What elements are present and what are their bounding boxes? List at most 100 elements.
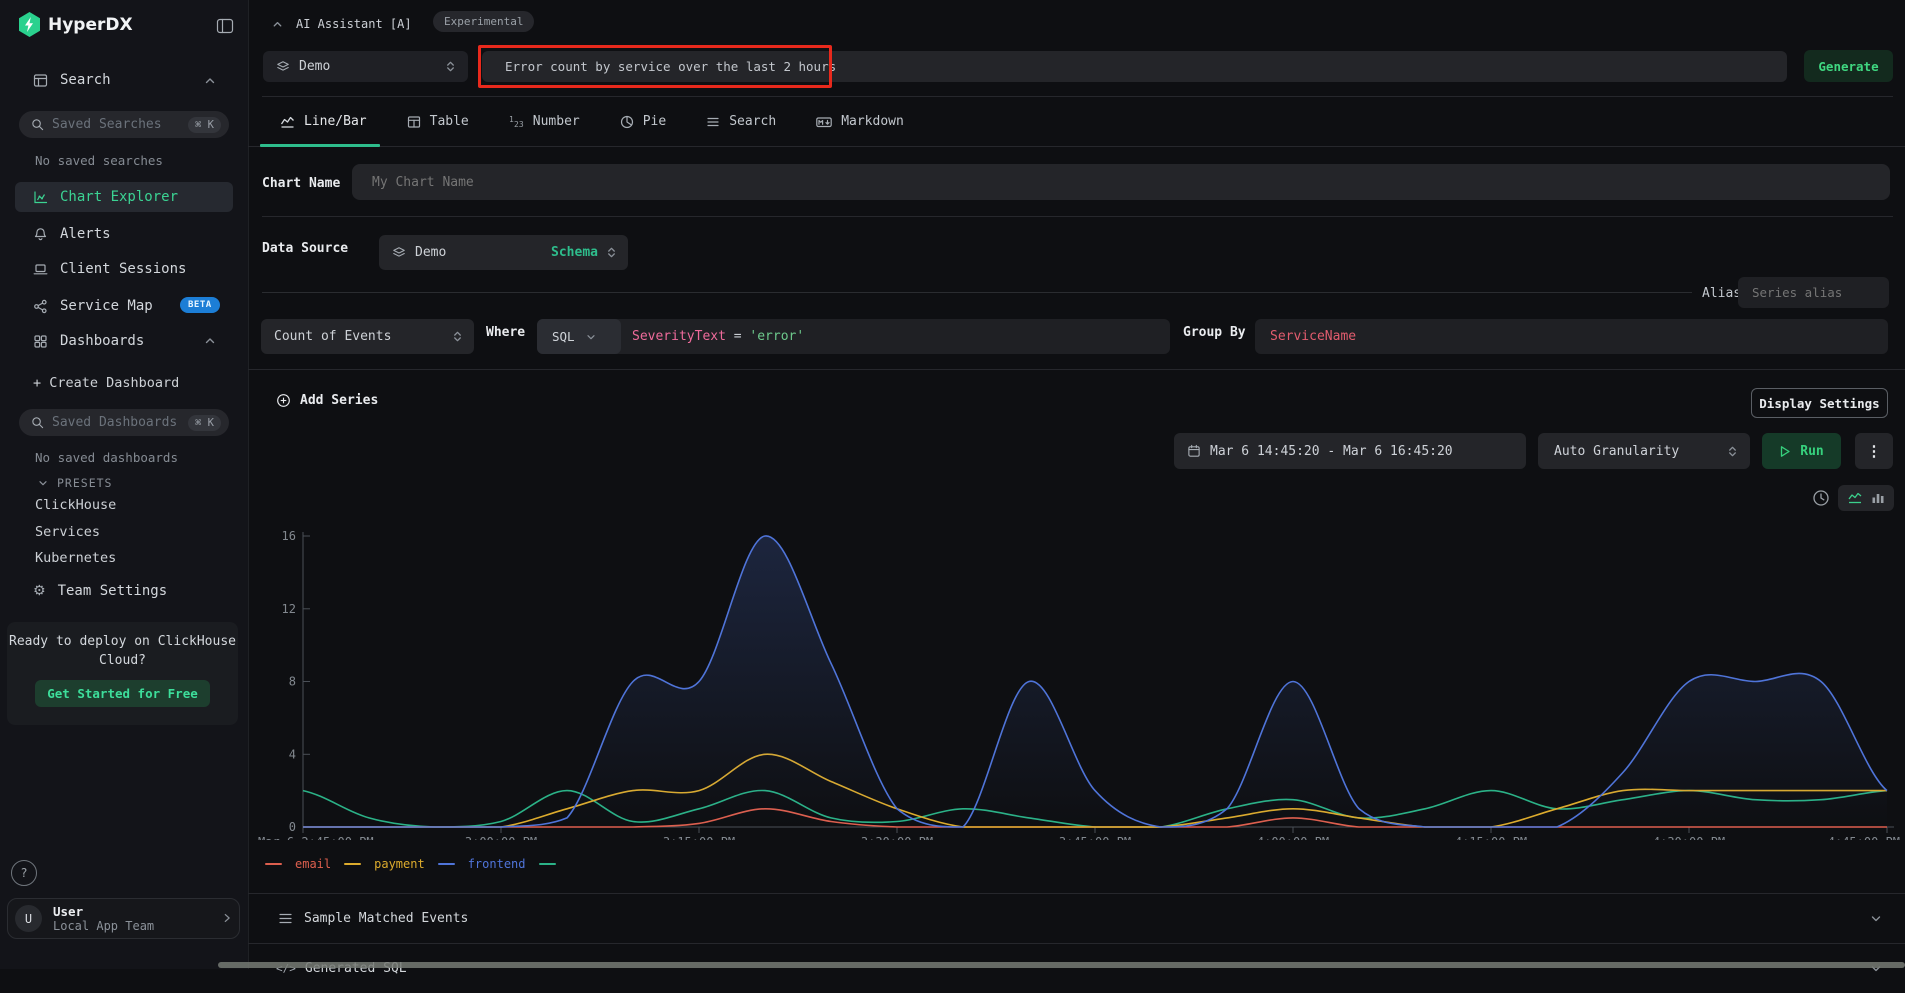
run-button[interactable]: Run xyxy=(1762,433,1841,469)
saved-searches-placeholder: Saved Searches xyxy=(52,117,162,132)
shortcut-badge: ⌘ K xyxy=(188,117,221,133)
display-settings-button[interactable]: Display Settings xyxy=(1751,388,1888,418)
updown-chevron-icon xyxy=(444,60,457,73)
sidebar-item-chart-explorer[interactable]: Chart Explorer xyxy=(15,182,233,212)
group-by-input[interactable]: ServiceName xyxy=(1255,319,1888,354)
time-format-icon[interactable] xyxy=(1812,489,1830,507)
alias-input[interactable] xyxy=(1738,277,1889,308)
line-style-icon[interactable] xyxy=(1847,491,1863,505)
clickhouse-cloud-card: Ready to deploy on ClickHouse Cloud? Get… xyxy=(7,622,238,725)
group-by-label: Group By xyxy=(1183,325,1246,340)
sidebar-item-label: Chart Explorer xyxy=(60,189,178,205)
tab-pie[interactable]: Pie xyxy=(620,114,666,129)
circle-plus-icon xyxy=(276,393,291,408)
sidebar-item-label: Service Map xyxy=(60,298,153,314)
source-value: Demo xyxy=(299,59,330,74)
bar-style-icon[interactable] xyxy=(1871,491,1885,505)
data-source-select[interactable]: Demo Schema xyxy=(379,235,628,270)
sql-field-token: SeverityText xyxy=(632,329,726,344)
experimental-badge: Experimental xyxy=(433,11,534,32)
question-mark-icon: ? xyxy=(20,866,27,880)
chevron-up-icon[interactable] xyxy=(203,334,217,348)
sidebar-collapse-icon[interactable] xyxy=(216,17,234,35)
saved-searches-input[interactable]: Saved Searches ⌘ K xyxy=(19,111,229,138)
aggregation-select[interactable]: Count of Events xyxy=(261,319,474,354)
app-title: HyperDX xyxy=(48,15,133,35)
sql-mode-select[interactable]: SQL xyxy=(537,319,621,354)
avatar: U xyxy=(15,905,42,932)
sample-matched-events-section[interactable]: Sample Matched Events xyxy=(248,894,1905,943)
hyperdx-logo-icon xyxy=(16,11,43,38)
sidebar-item-search[interactable]: Search xyxy=(33,72,111,88)
assistant-source-select[interactable]: Demo xyxy=(263,51,468,82)
tab-number[interactable]: 123 Number xyxy=(509,114,580,129)
chevron-up-icon[interactable] xyxy=(203,74,217,88)
line-chart-icon xyxy=(280,115,295,129)
preset-clickhouse[interactable]: ClickHouse xyxy=(35,497,116,513)
alias-field[interactable] xyxy=(1750,284,1879,301)
horizontal-scrollbar[interactable] xyxy=(218,962,1905,968)
no-saved-searches-text: No saved searches xyxy=(35,153,163,168)
chevron-right-icon xyxy=(221,912,233,924)
aggregation-value: Count of Events xyxy=(274,329,391,344)
user-menu[interactable]: U User Local App Team xyxy=(7,898,240,939)
sql-mode-label: SQL xyxy=(552,329,575,344)
tab-table[interactable]: Table xyxy=(407,114,469,129)
tab-label: Search xyxy=(729,114,776,129)
error-count-chart[interactable]: 0481216Mar 6 2:45:00 PM3:00:00 PM3:15:00… xyxy=(248,524,1905,840)
get-started-button[interactable]: Get Started for Free xyxy=(35,680,210,707)
schema-label[interactable]: Schema xyxy=(551,245,598,260)
layers-icon xyxy=(276,60,290,74)
date-range-value: Mar 6 14:45:20 - Mar 6 16:45:20 xyxy=(1210,444,1453,459)
user-name: User xyxy=(53,904,154,919)
sql-operator-token: = xyxy=(734,329,742,344)
tab-search[interactable]: Search xyxy=(706,114,776,129)
add-series-button[interactable]: Add Series xyxy=(276,393,378,408)
chart-name-label: Chart Name xyxy=(262,176,340,191)
tab-label: Line/Bar xyxy=(304,114,367,129)
chart-name-input[interactable] xyxy=(352,164,1890,200)
granularity-select[interactable]: Auto Granularity xyxy=(1538,433,1750,469)
legend-label-email[interactable]: email xyxy=(295,857,331,871)
chevron-down-icon xyxy=(585,331,597,343)
sidebar-item-client-sessions[interactable]: Client Sessions xyxy=(33,261,186,277)
sidebar-item-service-map[interactable]: Service Map xyxy=(33,298,153,314)
preset-services[interactable]: Services xyxy=(35,524,100,540)
help-button[interactable]: ? xyxy=(11,860,37,886)
updown-chevron-icon xyxy=(605,246,618,259)
tab-markdown[interactable]: Markdown xyxy=(816,114,904,129)
legend-label-frontend[interactable]: frontend xyxy=(468,857,526,871)
alias-label: Alias xyxy=(1702,286,1741,301)
legend-swatch-frontend xyxy=(438,863,455,866)
section-label: Sample Matched Events xyxy=(304,911,468,926)
presets-header[interactable]: PRESETS xyxy=(37,476,112,490)
chart-legend: email payment frontend xyxy=(265,857,569,871)
generate-button[interactable]: Generate xyxy=(1804,50,1893,82)
sidebar-item-label: Search xyxy=(60,72,111,88)
sidebar-item-team-settings[interactable]: ⚙ Team Settings xyxy=(33,583,167,599)
sidebar: HyperDX Search Saved Searches ⌘ K No sav… xyxy=(0,0,249,969)
search-section-icon xyxy=(33,73,48,88)
where-expression[interactable]: SeverityText = 'error' xyxy=(632,329,804,344)
legend-label-payment[interactable]: payment xyxy=(374,857,425,871)
where-input-group[interactable]: SQL SeverityText = 'error' xyxy=(537,319,1170,354)
sql-string-token: 'error' xyxy=(749,329,804,344)
sidebar-item-dashboards[interactable]: Dashboards xyxy=(33,333,144,349)
create-dashboard-button[interactable]: + Create Dashboard xyxy=(33,375,179,391)
svg-text:3:30:00 PM: 3:30:00 PM xyxy=(861,835,933,840)
svg-text:3:15:00 PM: 3:15:00 PM xyxy=(663,835,735,840)
service-map-icon xyxy=(33,299,48,314)
tab-line-bar[interactable]: Line/Bar xyxy=(280,114,367,129)
date-range-picker[interactable]: Mar 6 14:45:20 - Mar 6 16:45:20 xyxy=(1174,433,1526,469)
svg-text:3:00:00 PM: 3:00:00 PM xyxy=(465,835,537,840)
more-options-button[interactable]: ⋮ xyxy=(1855,433,1893,469)
chart-name-field[interactable] xyxy=(370,174,1864,191)
chevron-down-icon xyxy=(1869,912,1883,926)
assistant-collapse-icon[interactable] xyxy=(271,18,284,31)
chart-type-tabs: Line/Bar Table 123 Number Pie Search Mar… xyxy=(280,114,904,129)
sidebar-item-alerts[interactable]: Alerts xyxy=(33,226,111,242)
preset-kubernetes[interactable]: Kubernetes xyxy=(35,550,116,566)
avatar-initial: U xyxy=(25,912,32,926)
saved-dashboards-input[interactable]: Saved Dashboards ⌘ K xyxy=(19,409,229,436)
tab-label: Pie xyxy=(643,114,666,129)
